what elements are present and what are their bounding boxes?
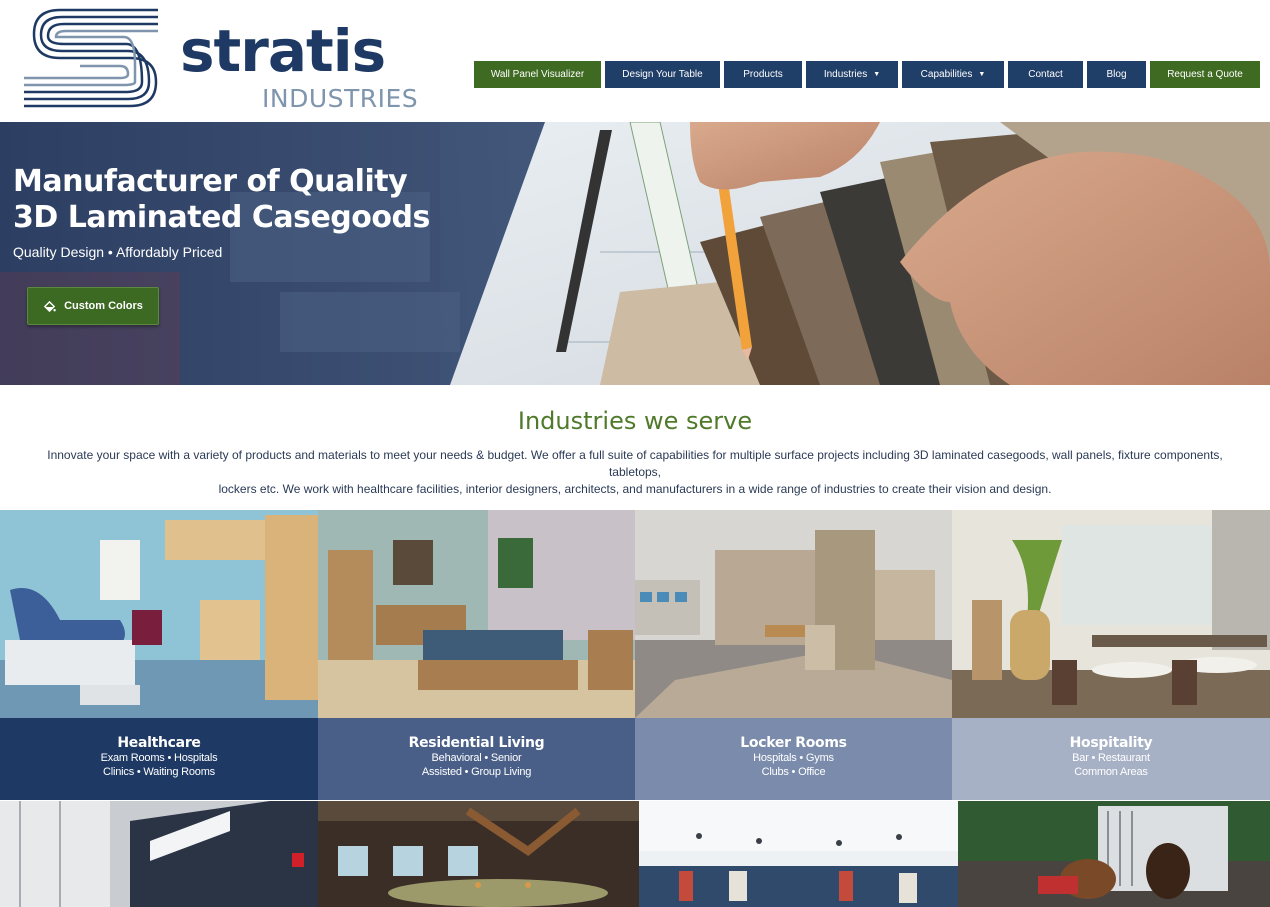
- hero-subtitle: Quality Design • Affordably Priced: [13, 244, 223, 260]
- industry-tiles: Healthcare Exam Rooms • Hospitals Clinic…: [0, 510, 1270, 800]
- tile-line: Bar • Restaurant: [1072, 752, 1150, 764]
- tile-title: Healthcare: [117, 735, 201, 751]
- tile-title: Locker Rooms: [740, 735, 847, 751]
- industry-tile-image[interactable]: [318, 801, 639, 907]
- main-nav: Wall Panel Visualizer Design Your Table …: [474, 61, 1260, 88]
- industry-tile-residential-living[interactable]: Residential Living Behavioral • Senior A…: [318, 510, 635, 800]
- hospitality-caption: Hospitality Bar • Restaurant Common Area…: [952, 718, 1270, 800]
- industry-tile-hospitality[interactable]: Hospitality Bar • Restaurant Common Area…: [952, 510, 1270, 800]
- healthcare-image: [0, 510, 318, 718]
- stratis-logo[interactable]: stratis INDUSTRIES: [20, 4, 420, 114]
- hero-banner: Manufacturer of Quality 3D Laminated Cas…: [0, 122, 1270, 385]
- nav-wall-panel-visualizer[interactable]: Wall Panel Visualizer: [474, 61, 601, 88]
- custom-colors-label: Custom Colors: [64, 300, 143, 312]
- nav-request-quote[interactable]: Request a Quote: [1150, 61, 1260, 88]
- residential-caption: Residential Living Behavioral • Senior A…: [318, 718, 635, 800]
- industries-heading: Industries we serve: [517, 407, 753, 435]
- nav-label: Contact: [1028, 69, 1063, 80]
- logo-subtitle: INDUSTRIES: [262, 84, 419, 113]
- page: stratis INDUSTRIES Wall Panel Visualizer…: [0, 0, 1270, 907]
- nav-label: Industries: [823, 69, 868, 80]
- tile-line: Common Areas: [1074, 766, 1148, 778]
- nav-label: Design Your Table: [622, 69, 703, 80]
- industry-tile-healthcare[interactable]: Healthcare Exam Rooms • Hospitals Clinic…: [0, 510, 318, 800]
- industry-tiles-row-2: [0, 801, 1270, 907]
- custom-colors-button[interactable]: Custom Colors: [27, 287, 159, 325]
- tile-line: Clinics • Waiting Rooms: [103, 766, 215, 778]
- industry-tile-image[interactable]: [0, 801, 318, 907]
- nav-label: Blog: [1106, 69, 1127, 80]
- tile-line: Assisted • Group Living: [421, 766, 532, 778]
- industry-tile-locker-rooms[interactable]: Locker Rooms Hospitals • Gyms Clubs • Of…: [635, 510, 952, 800]
- locker-rooms-image: [635, 510, 952, 718]
- nav-label: Request a Quote: [1167, 69, 1243, 80]
- tile-line: Behavioral • Senior: [431, 752, 522, 764]
- nav-label: Capabilities: [920, 69, 973, 80]
- caret-down-icon: ▼: [873, 71, 881, 78]
- caret-down-icon: ▼: [978, 71, 986, 78]
- nav-blog[interactable]: Blog: [1087, 61, 1146, 88]
- logo-wordmark: stratis: [180, 17, 386, 85]
- nav-industries[interactable]: Industries ▼: [806, 61, 898, 88]
- tile-title: Hospitality: [1069, 735, 1153, 751]
- stratis-s-mark-icon: [24, 8, 158, 108]
- intro-line: Innovate your space with a variety of pr…: [47, 448, 1223, 479]
- tile-line: Hospitals • Gyms: [753, 752, 834, 764]
- hero-title-line: 3D Laminated Casegoods: [13, 200, 430, 235]
- tile-line: Exam Rooms • Hospitals: [100, 752, 218, 764]
- hero-title-line: Manufacturer of Quality: [13, 164, 408, 199]
- site-header: stratis INDUSTRIES Wall Panel Visualizer…: [0, 0, 1270, 122]
- hospitality-image: [952, 510, 1270, 718]
- tile-line: Clubs • Office: [761, 766, 826, 778]
- tile-title: Residential Living: [408, 735, 545, 751]
- healthcare-caption: Healthcare Exam Rooms • Hospitals Clinic…: [0, 718, 318, 800]
- nav-contact[interactable]: Contact: [1008, 61, 1083, 88]
- paint-bucket-icon: [43, 300, 56, 312]
- nav-products[interactable]: Products: [724, 61, 802, 88]
- industry-tile-image[interactable]: [639, 801, 958, 907]
- industries-intro: Innovate your space with a variety of pr…: [28, 447, 1242, 498]
- intro-line: lockers etc. We work with healthcare fac…: [218, 482, 1052, 496]
- locker-rooms-caption: Locker Rooms Hospitals • Gyms Clubs • Of…: [635, 718, 952, 800]
- nav-label: Products: [743, 69, 783, 80]
- hero-title: Manufacturer of Quality 3D Laminated Cas…: [13, 164, 430, 236]
- industry-tile-image[interactable]: [958, 801, 1270, 907]
- residential-image: [318, 510, 635, 718]
- nav-capabilities[interactable]: Capabilities ▼: [902, 61, 1004, 88]
- nav-design-your-table[interactable]: Design Your Table: [605, 61, 720, 88]
- nav-label: Wall Panel Visualizer: [490, 69, 585, 80]
